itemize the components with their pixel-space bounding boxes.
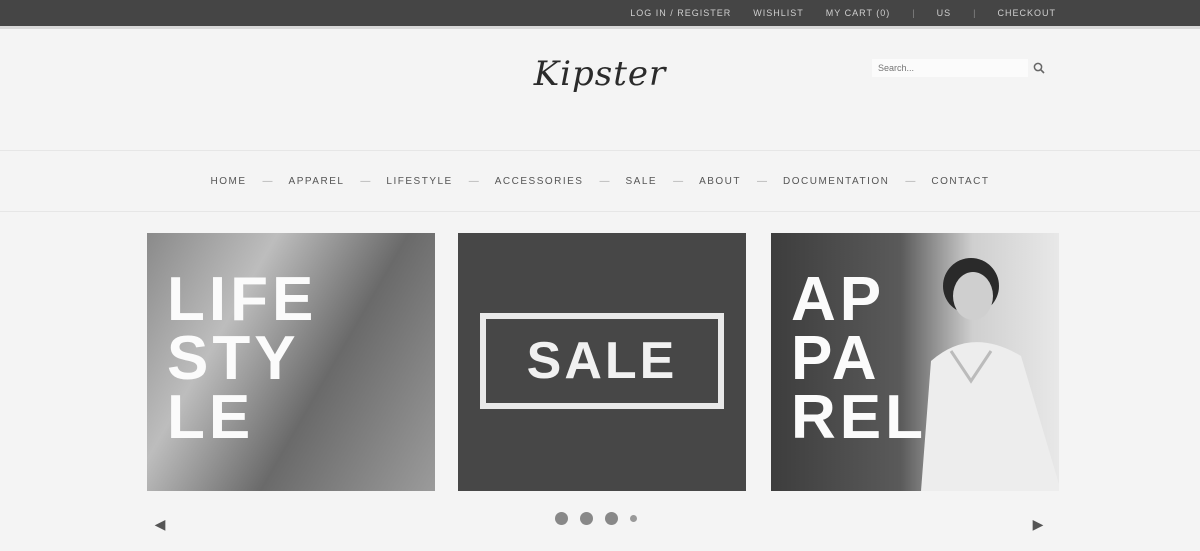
top-bar: Log In / Register Wishlist My Cart (0) |… [0, 0, 1200, 29]
nav-item-documentation[interactable]: Documentation [767, 176, 905, 187]
slide-apparel[interactable]: AP PA REL [771, 233, 1059, 491]
nav-separator: — [757, 175, 768, 187]
carousel-dot[interactable] [630, 515, 637, 522]
search-input[interactable] [872, 59, 1029, 77]
nav-item-home[interactable]: Home [195, 176, 263, 187]
nav-item-lifestyle[interactable]: Lifestyle [370, 176, 468, 187]
nav-separator: — [360, 175, 371, 187]
main-nav: Home — Apparel — Lifestyle — Accessories… [0, 150, 1200, 212]
top-links: Log In / Register Wishlist My Cart (0) |… [630, 0, 1056, 26]
checkout-link[interactable]: Checkout [997, 8, 1056, 18]
carousel-dot[interactable] [580, 512, 593, 525]
login-register-link[interactable]: Log In / Register [630, 8, 731, 18]
region-link[interactable]: US [937, 8, 952, 18]
wishlist-link[interactable]: Wishlist [753, 8, 804, 18]
separator: | [973, 8, 976, 18]
carousel-next-button[interactable]: ▶ [1028, 514, 1048, 534]
site-logo[interactable]: Kipster [530, 54, 670, 94]
carousel-dot[interactable] [555, 512, 568, 525]
slide-sale-heading: SALE [526, 332, 678, 390]
chevron-right-icon: ▶ [1032, 515, 1044, 532]
nav-separator: — [599, 175, 610, 187]
nav-item-about[interactable]: About [683, 176, 757, 187]
search-icon[interactable] [1028, 58, 1050, 78]
search-form [872, 58, 1050, 78]
nav-item-apparel[interactable]: Apparel [273, 176, 361, 187]
chevron-left-icon: ◀ [154, 515, 166, 532]
nav-separator: — [468, 175, 479, 187]
slide-lifestyle-heading: LIFE STY LE [167, 265, 318, 452]
nav-separator: — [905, 175, 916, 187]
carousel-prev-button[interactable]: ◀ [150, 514, 170, 534]
separator: | [912, 8, 915, 18]
slide-sale[interactable]: SALE [458, 233, 746, 491]
nav-separator: — [262, 175, 273, 187]
sale-frame: SALE [480, 313, 724, 409]
nav-item-contact[interactable]: Contact [915, 176, 1005, 187]
nav-separator: — [673, 175, 684, 187]
slide-apparel-heading: AP PA REL [791, 265, 927, 452]
nav-item-sale[interactable]: Sale [609, 176, 673, 187]
carousel-dots [555, 512, 637, 525]
carousel-dot[interactable] [605, 512, 618, 525]
model-photo [921, 258, 1059, 491]
hero-carousel: LIFE STY LE SALE AP PA REL [147, 233, 1059, 491]
cart-link[interactable]: My Cart (0) [826, 8, 891, 18]
slide-lifestyle[interactable]: LIFE STY LE [147, 233, 435, 491]
nav-item-accessories[interactable]: Accessories [479, 176, 600, 187]
